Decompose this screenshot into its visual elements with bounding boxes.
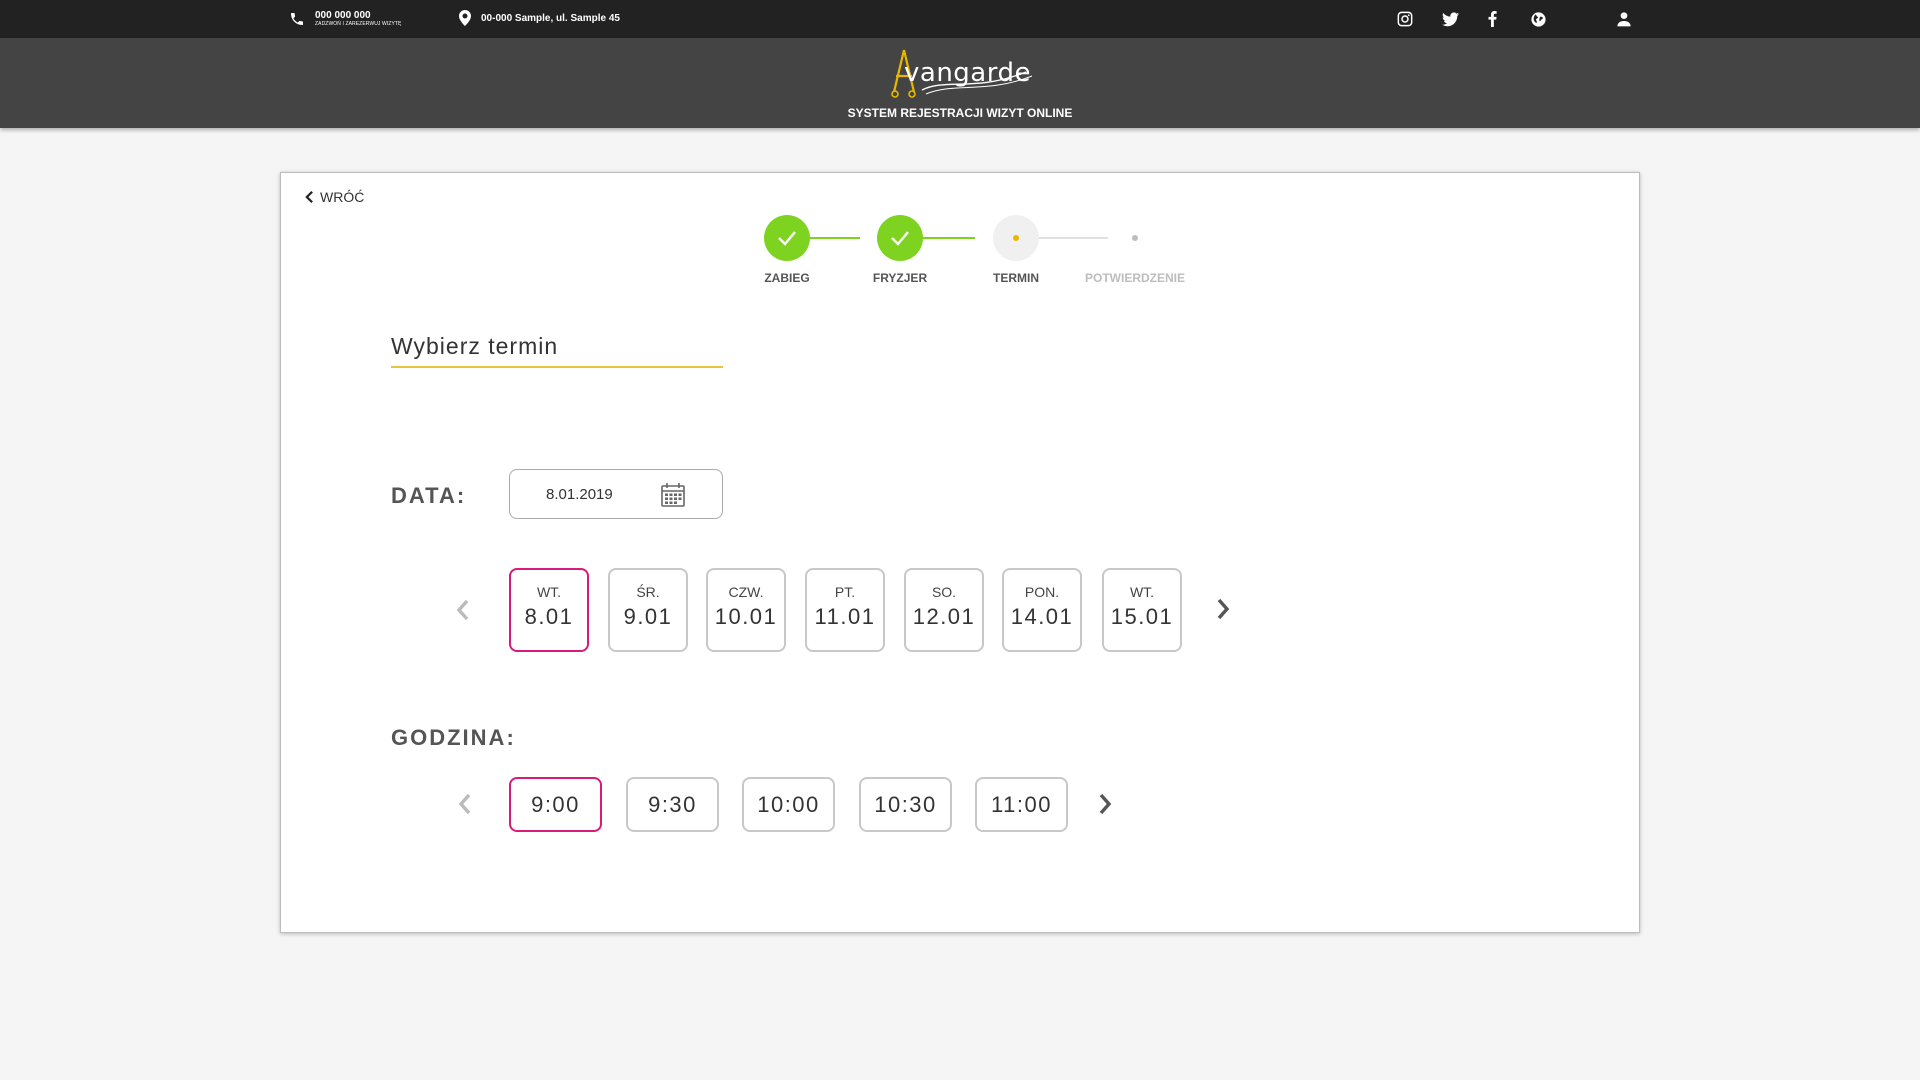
day-name: SO. (931, 584, 957, 600)
day-card[interactable]: SO. 12.01 (904, 568, 984, 652)
time-slot[interactable]: 10:30 (859, 777, 952, 832)
chevron-left-icon (305, 190, 313, 204)
logo-text: vangarde (904, 58, 1031, 88)
date-picker-input[interactable]: 8.01.2019 (509, 469, 723, 519)
step-label-termin: TERMIN (993, 271, 1039, 285)
time-slot[interactable]: 11:00 (975, 777, 1068, 832)
phone-subtext: ZADZWOŃ I ZAREZERWUJ WIZYTĘ (315, 21, 402, 27)
phone-number: 000 000 000 (315, 10, 371, 21)
step-label-fryzjer: FRYZJER (872, 271, 928, 285)
chevron-right-icon (1099, 793, 1112, 815)
section-title: Wybierz termin (391, 333, 559, 359)
step-potwierdzenie-dot (1132, 235, 1138, 241)
day-date: 15.01 (1110, 604, 1174, 629)
site-header: vangarde SYSTEM REJESTRACJI WIZYT ONLINE (0, 38, 1920, 128)
day-date: 10.01 (714, 604, 778, 629)
day-name: PON. (1024, 584, 1060, 600)
header-subtitle: SYSTEM REJESTRACJI WIZYT ONLINE (847, 106, 1073, 120)
day-date: 12.01 (912, 604, 976, 629)
date-value: 8.01.2019 (546, 485, 613, 503)
user-account-icon[interactable] (1614, 9, 1634, 29)
step-fryzjer[interactable] (877, 215, 923, 261)
checkmark-icon (778, 231, 796, 246)
current-step-dot (1013, 235, 1019, 241)
day-card[interactable]: ŚR. 9.01 (608, 568, 688, 652)
step-label-potwierdzenie: POTWIERDZENIE (1084, 271, 1185, 285)
booking-card: WRÓĆ ZABIEG FRYZJER TERMIN POTWIERDZENIE… (280, 172, 1640, 933)
step-zabieg[interactable] (764, 215, 810, 261)
day-card[interactable]: PT. 11.01 (805, 568, 885, 652)
days-next-button[interactable] (1211, 594, 1235, 624)
back-label: WRÓĆ (320, 189, 365, 205)
step-label-zabieg: ZABIEG (764, 271, 810, 285)
time-slot[interactable]: 10:00 (742, 777, 835, 832)
back-button[interactable]: WRÓĆ (305, 189, 364, 205)
day-date: 8.01 (524, 604, 574, 629)
days-prev-button[interactable] (451, 595, 475, 625)
day-date: 14.01 (1010, 604, 1074, 629)
times-prev-button[interactable] (453, 789, 477, 819)
phone-icon (291, 12, 303, 25)
address-text: 00-000 Sample, ul. Sample 45 (481, 12, 620, 24)
day-card[interactable]: WT. 8.01 (509, 568, 589, 652)
map-pin-icon (459, 10, 471, 26)
phone-info[interactable]: 000 000 000 ZADZWOŃ I ZAREZERWUJ WIZYTĘ (289, 10, 402, 27)
day-name: WT. (536, 584, 562, 600)
twitter-icon[interactable] (1440, 9, 1460, 29)
calendar-icon[interactable] (660, 482, 686, 508)
address-info[interactable]: 00-000 Sample, ul. Sample 45 (459, 10, 620, 26)
day-date: 9.01 (623, 604, 673, 629)
day-name: WT. (1129, 584, 1155, 600)
day-name: PT. (834, 584, 856, 600)
facebook-icon[interactable] (1482, 9, 1502, 29)
day-date: 11.01 (814, 604, 876, 629)
instagram-icon[interactable] (1395, 9, 1415, 29)
day-name: ŚR. (636, 584, 660, 600)
time-slot[interactable]: 9:00 (509, 777, 602, 832)
time-slot[interactable]: 9:30 (626, 777, 719, 832)
top-bar: 000 000 000 ZADZWOŃ I ZAREZERWUJ WIZYTĘ … (0, 0, 1920, 38)
day-name: CZW. (728, 584, 764, 600)
times-next-button[interactable] (1093, 789, 1117, 819)
title-underline (391, 366, 723, 368)
day-card[interactable]: PON. 14.01 (1002, 568, 1082, 652)
day-card[interactable]: WT. 15.01 (1102, 568, 1182, 652)
hour-label: GODZINA: (391, 725, 516, 750)
chevron-left-icon (456, 599, 469, 621)
day-card[interactable]: CZW. 10.01 (706, 568, 786, 652)
chevron-left-icon (458, 793, 471, 815)
step-termin (993, 215, 1039, 261)
checkmark-icon (891, 231, 909, 246)
globe-icon[interactable] (1528, 9, 1548, 29)
chevron-right-icon (1217, 598, 1230, 620)
date-label: DATA: (391, 483, 467, 508)
